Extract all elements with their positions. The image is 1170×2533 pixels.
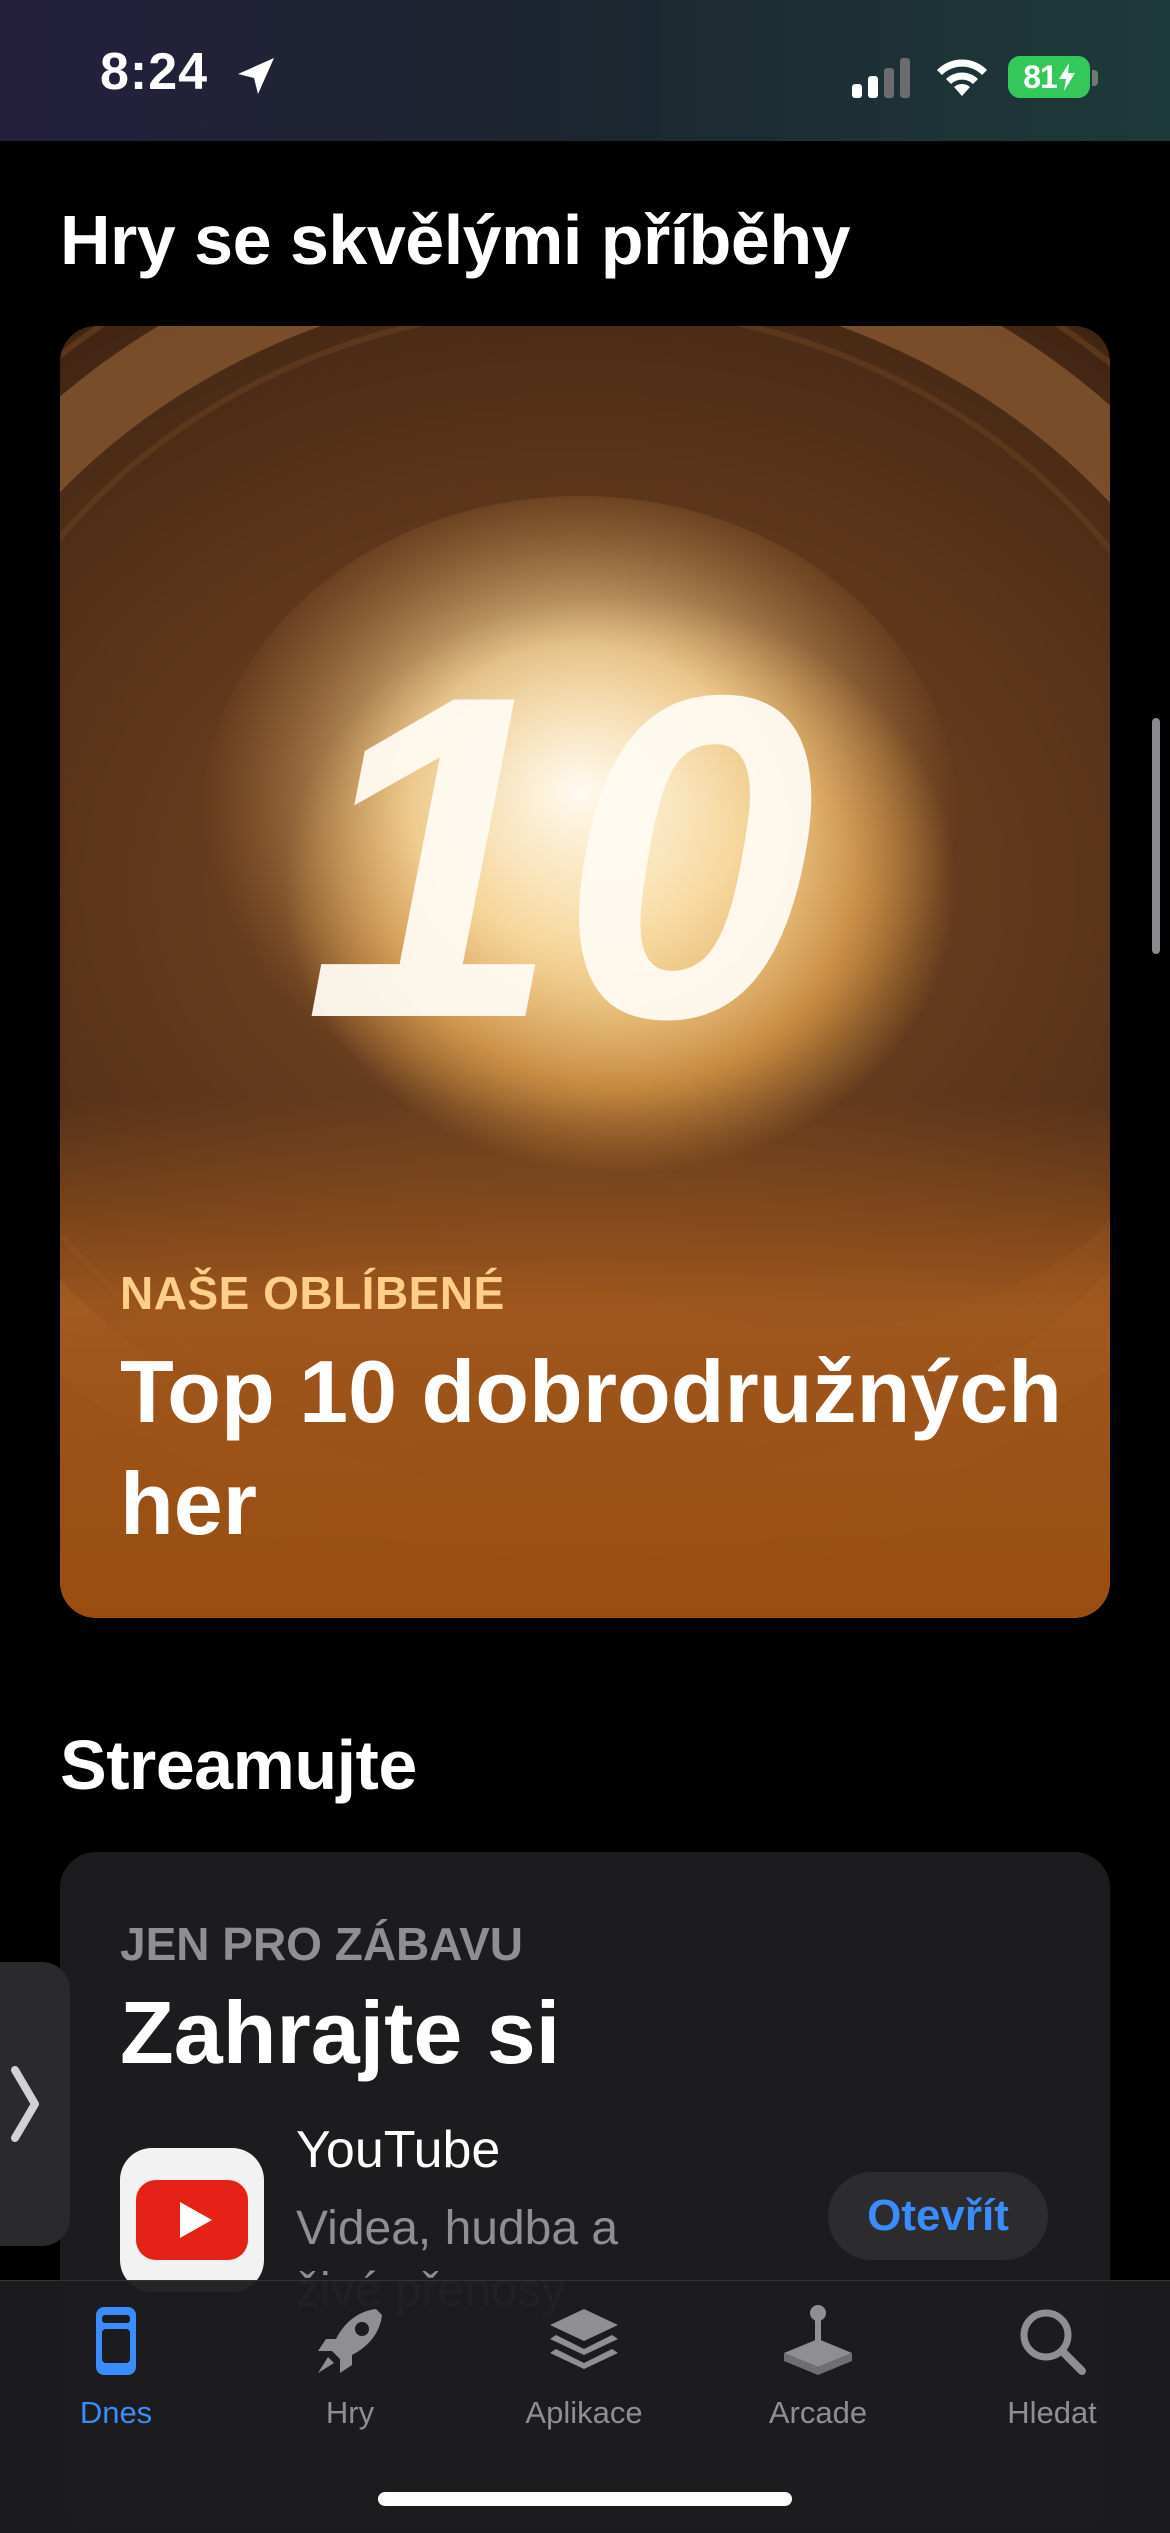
card-eyebrow: JEN PRO ZÁBAVU: [120, 1918, 523, 1970]
youtube-logo-icon: [136, 2180, 248, 2260]
wifi-icon: [937, 59, 987, 96]
side-panel-handle[interactable]: [0, 1962, 70, 2246]
card-eyebrow: NAŠE OBLÍBENÉ: [120, 1267, 505, 1319]
tab-apps[interactable]: Aplikace: [484, 2301, 684, 2451]
home-indicator[interactable]: [378, 2492, 792, 2506]
battery-indicator: 81: [1008, 56, 1090, 98]
section-title-stories: Hry se skvělými příběhy: [60, 201, 851, 279]
open-app-button[interactable]: Otevřít: [828, 2172, 1048, 2260]
charging-bolt-icon: [1058, 63, 1075, 91]
card-title: Zahrajte si: [120, 1983, 561, 2082]
section-title-streaming: Streamujte: [60, 1726, 417, 1804]
tab-search[interactable]: Hledat: [952, 2301, 1152, 2451]
tab-label: Hledat: [1007, 2395, 1097, 2430]
battery-cap: [1092, 70, 1098, 86]
cellular-signal-icon: [852, 58, 910, 98]
app-name: YouTube: [296, 2121, 501, 2179]
search-icon: [1020, 2309, 1086, 2375]
rocket-icon: [318, 2309, 382, 2373]
tab-label: Hry: [325, 2395, 375, 2430]
today-icon: [96, 2307, 136, 2375]
chevron-right-icon: [11, 2066, 39, 2142]
hero-art-number: 10: [304, 601, 816, 1114]
youtube-icon[interactable]: [120, 2148, 264, 2292]
tab-arcade[interactable]: Arcade: [718, 2301, 918, 2451]
tab-games[interactable]: Hry: [250, 2301, 450, 2451]
joystick-icon: [784, 2305, 852, 2375]
tab-label: Dnes: [79, 2395, 153, 2430]
featured-story-card[interactable]: 10 NAŠE OBLÍBENÉ Top 10 dobrodružných he…: [60, 326, 1110, 1618]
tab-label: Arcade: [768, 2395, 868, 2430]
tab-today[interactable]: Dnes: [16, 2301, 216, 2451]
card-title: Top 10 dobrodružných her: [120, 1342, 1062, 1553]
scroll-indicator[interactable]: [1152, 718, 1160, 954]
battery-level: 81: [1023, 58, 1058, 95]
status-bar: 8:24 81: [0, 0, 1170, 141]
status-time: 8:24: [100, 43, 209, 101]
tab-label: Aplikace: [525, 2395, 643, 2430]
location-arrow-icon: [238, 58, 274, 94]
layers-icon: [550, 2309, 618, 2369]
